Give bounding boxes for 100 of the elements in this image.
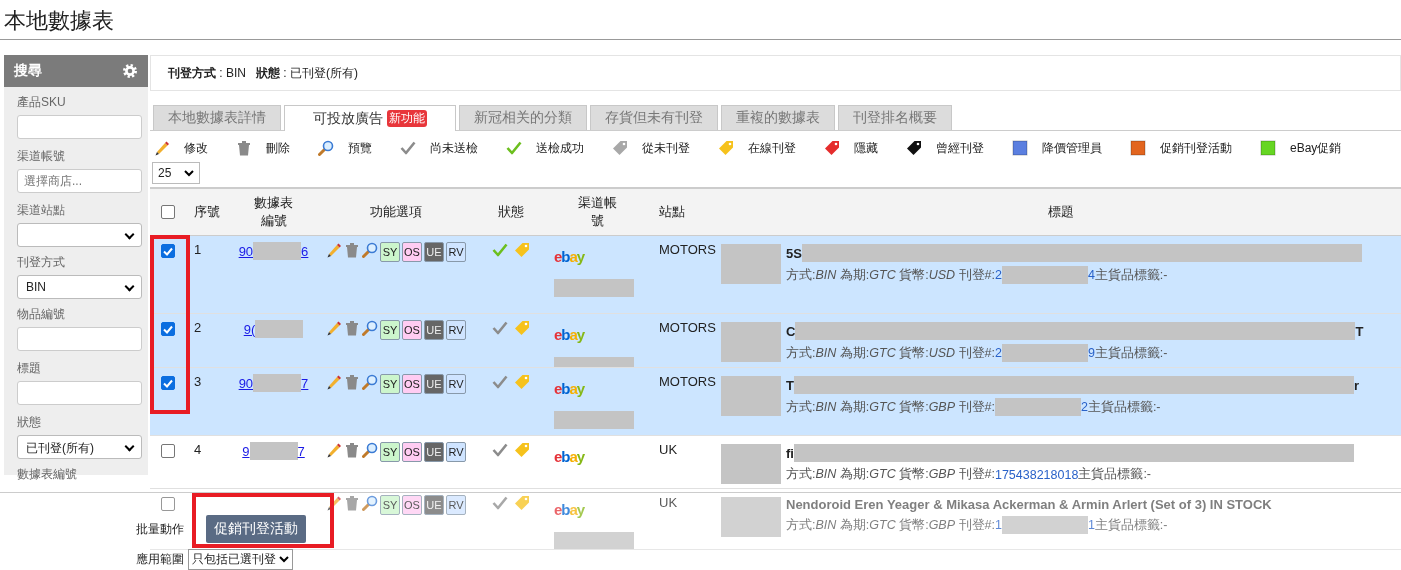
table-row[interactable]: 3 90 7 SY OS UE RV ebay MOTORS T r 方式:BIN 為期:GTC 貨幣:GBP 刊登#: 2主貨品標籤:- bbox=[150, 368, 1401, 436]
chevron-icon bbox=[279, 556, 289, 563]
option-button[interactable]: RV bbox=[446, 495, 466, 515]
legend-label: 隱藏 bbox=[854, 139, 878, 157]
select-field[interactable]: BIN bbox=[17, 275, 142, 299]
select-all-checkbox[interactable] bbox=[161, 205, 175, 219]
chevron-icon bbox=[184, 169, 194, 177]
field-label: 產品SKU bbox=[17, 94, 67, 111]
scope-select[interactable]: 只包括已選刊登 bbox=[188, 549, 293, 570]
filter-text: 狀態 : 已刊登(所有) bbox=[256, 64, 358, 82]
row-number: 1 bbox=[194, 242, 202, 257]
tab[interactable]: 可投放廣告 新功能 bbox=[284, 105, 456, 131]
trash-icon[interactable] bbox=[344, 242, 360, 258]
legend-label: 促銷刊登活動 bbox=[1160, 139, 1232, 157]
option-button[interactable]: OS bbox=[402, 320, 422, 340]
select-field[interactable]: 已刊登(所有) bbox=[17, 435, 142, 459]
search-icon[interactable] bbox=[362, 495, 378, 511]
field-label: 標題 bbox=[17, 360, 42, 377]
ebay-logo: ebay bbox=[554, 448, 585, 465]
option-button[interactable]: SY bbox=[380, 495, 400, 515]
column-header: 標題 bbox=[1048, 203, 1074, 221]
option-button[interactable]: UE bbox=[424, 320, 444, 340]
legend-label: 送檢成功 bbox=[536, 139, 584, 157]
input-field[interactable]: 選擇商店... bbox=[17, 169, 142, 193]
column-header: 數據表編號 bbox=[253, 194, 294, 230]
pencil-icon bbox=[154, 140, 170, 156]
bulk-action-label: 批量動作 bbox=[136, 520, 184, 538]
promotion-button[interactable]: 促銷刊登活動 bbox=[206, 515, 306, 543]
redaction-block bbox=[721, 244, 781, 284]
trash-icon[interactable] bbox=[344, 442, 360, 458]
redaction-block bbox=[721, 497, 781, 537]
option-button[interactable]: SY bbox=[380, 374, 400, 394]
field-label: 渠道帳號 bbox=[17, 148, 66, 165]
input-field[interactable] bbox=[17, 381, 142, 405]
listing-details: 方式:BIN 為期:GTC 貨幣:GBP 刊登#: 2主貨品標籤:- bbox=[786, 398, 1161, 416]
redaction-block bbox=[721, 444, 781, 484]
legend-label: 在線刊登 bbox=[748, 139, 796, 157]
pencil-icon[interactable] bbox=[326, 242, 342, 258]
option-button[interactable]: OS bbox=[402, 495, 422, 515]
sidebar-title: 搜尋 bbox=[14, 62, 42, 80]
option-button[interactable]: OS bbox=[402, 442, 422, 462]
row-checkbox[interactable] bbox=[161, 376, 175, 390]
trash-icon[interactable] bbox=[344, 495, 360, 511]
option-button[interactable]: UE bbox=[424, 442, 444, 462]
settings-icon[interactable] bbox=[122, 63, 138, 79]
column-header: 站點 bbox=[659, 203, 685, 221]
row-checkbox[interactable] bbox=[161, 444, 175, 458]
option-button[interactable]: OS bbox=[402, 242, 422, 262]
listing-title: C T bbox=[786, 322, 1364, 340]
option-button[interactable]: UE bbox=[424, 242, 444, 262]
option-button[interactable]: SY bbox=[380, 320, 400, 340]
listing-title: 5S bbox=[786, 244, 1362, 262]
input-field[interactable] bbox=[17, 115, 142, 139]
legend-label: 修改 bbox=[184, 139, 208, 157]
redaction-block bbox=[721, 322, 781, 362]
ebay-logo: ebay bbox=[554, 326, 585, 343]
magnifier-icon bbox=[318, 140, 334, 156]
page-size-select[interactable]: 25 bbox=[152, 162, 200, 184]
pencil-icon[interactable] bbox=[326, 374, 342, 390]
option-button[interactable]: UE bbox=[424, 374, 444, 394]
option-button[interactable]: SY bbox=[380, 442, 400, 462]
pencil-icon[interactable] bbox=[326, 442, 342, 458]
page-title: 本地數據表 bbox=[0, 0, 1401, 40]
option-button[interactable]: RV bbox=[446, 242, 466, 262]
field-label: 數據表編號 bbox=[17, 466, 78, 483]
site-text: UK bbox=[659, 495, 678, 510]
row-checkbox[interactable] bbox=[161, 497, 175, 511]
column-header: 渠道帳號 bbox=[577, 194, 618, 230]
row-number: 4 bbox=[194, 442, 202, 457]
legend-label: 尚未送檢 bbox=[430, 139, 478, 157]
listing-title: Nendoroid Eren Yeager & Mikasa Ackerman & Armin Arlert (Set of 3) IN STOCK bbox=[786, 497, 1272, 512]
option-button[interactable]: SY bbox=[380, 242, 400, 262]
search-icon[interactable] bbox=[362, 242, 378, 258]
site-text: MOTORS bbox=[659, 320, 716, 335]
legend-label: eBay促銷 bbox=[1290, 139, 1342, 157]
option-button[interactable]: OS bbox=[402, 374, 422, 394]
option-button[interactable]: RV bbox=[446, 374, 466, 394]
new-badge: 新功能 bbox=[387, 110, 427, 127]
search-icon[interactable] bbox=[362, 442, 378, 458]
pencil-icon[interactable] bbox=[326, 495, 342, 511]
ebay-logo: ebay bbox=[554, 380, 585, 397]
row-checkbox[interactable] bbox=[161, 322, 175, 336]
legend-label: 從未刊登 bbox=[642, 139, 690, 157]
trash-icon[interactable] bbox=[344, 320, 360, 336]
trash-icon bbox=[236, 140, 252, 156]
listing-title: T r bbox=[786, 376, 1359, 394]
row-number: 2 bbox=[194, 320, 202, 335]
row-number: 3 bbox=[194, 374, 202, 389]
select-field[interactable] bbox=[17, 223, 142, 247]
row-checkbox[interactable] bbox=[161, 244, 175, 258]
field-label: 渠道站點 bbox=[17, 202, 66, 219]
trash-icon[interactable] bbox=[344, 374, 360, 390]
column-header: 狀態 bbox=[498, 203, 524, 221]
option-button[interactable]: RV bbox=[446, 442, 466, 462]
input-field[interactable] bbox=[17, 327, 142, 351]
option-button[interactable]: RV bbox=[446, 320, 466, 340]
search-icon[interactable] bbox=[362, 320, 378, 336]
site-text: MOTORS bbox=[659, 242, 716, 257]
search-icon[interactable] bbox=[362, 374, 378, 390]
pencil-icon[interactable] bbox=[326, 320, 342, 336]
